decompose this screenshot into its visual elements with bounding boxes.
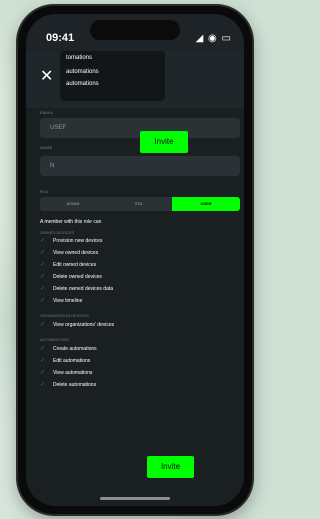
home-indicator	[100, 497, 170, 500]
check-icon: ✓	[40, 322, 46, 328]
section-automations: AUTOMATIONS	[40, 337, 69, 342]
role-option-staff[interactable]: STA.	[106, 197, 172, 211]
check-icon: ✓	[40, 370, 46, 376]
role-segmented-control[interactable]: ADMIN STA. USER	[40, 197, 240, 211]
role-option-admin[interactable]: ADMIN	[40, 197, 106, 211]
check-icon: ✓	[40, 250, 46, 256]
section-organization-devices: ORGANIZATION DEVICES	[40, 313, 89, 318]
dropdown-item[interactable]: automations	[66, 69, 99, 75]
check-icon: ✓	[40, 358, 46, 364]
name-value: N	[50, 163, 55, 169]
role-label: ROL	[40, 189, 50, 194]
dropdown-item[interactable]: automations	[66, 81, 99, 87]
check-icon: ✓	[40, 286, 46, 292]
dropdown-item[interactable]: tomations	[66, 55, 92, 61]
invite-toast-button[interactable]: Invite	[140, 131, 188, 153]
name-label: NAME	[40, 145, 53, 150]
check-icon: ✓	[40, 274, 46, 280]
check-icon: ✓	[40, 346, 46, 352]
check-icon: ✓	[40, 382, 46, 388]
email-value: USEF	[50, 125, 67, 131]
check-icon: ✓	[40, 238, 46, 244]
phone-screen: 09:41 ◢ ◉ ▭ ✕ tomations automations auto…	[26, 14, 244, 506]
status-icons: ◢ ◉ ▭	[195, 33, 232, 44]
close-icon[interactable]: ✕	[40, 69, 53, 85]
phone-frame: 09:41 ◢ ◉ ▭ ✕ tomations automations auto…	[18, 6, 252, 514]
email-label: EMAIL	[40, 110, 54, 115]
role-option-user[interactable]: USER	[172, 197, 240, 211]
invite-button[interactable]: Invite	[147, 456, 194, 478]
status-bar: 09:41 ◢ ◉ ▭	[26, 14, 244, 48]
section-owned-devices: OWNED DEVICES	[40, 230, 75, 235]
check-icon: ✓	[40, 262, 46, 268]
status-time: 09:41	[46, 32, 75, 44]
dynamic-island	[90, 20, 180, 40]
name-field[interactable]: N	[40, 156, 240, 176]
dropdown-menu[interactable]: tomations automations automations	[60, 51, 165, 101]
check-icon: ✓	[40, 298, 46, 304]
role-description: A member with this role can	[40, 219, 102, 225]
